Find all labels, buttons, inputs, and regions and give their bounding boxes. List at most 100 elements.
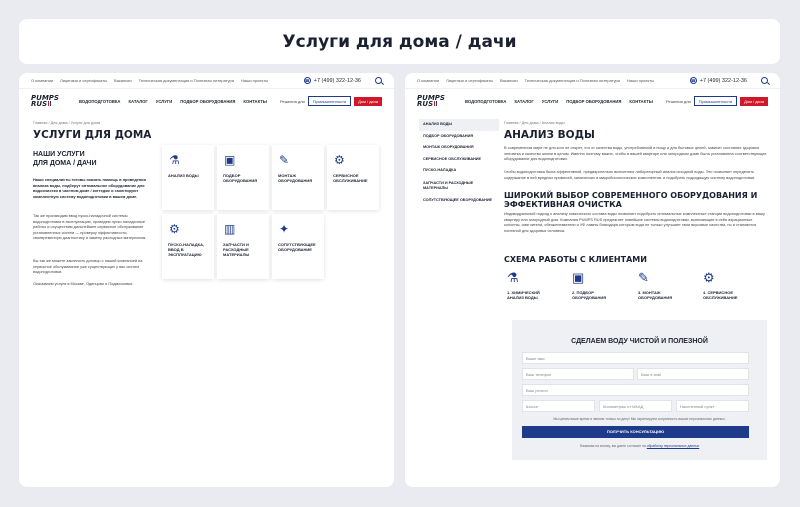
step-service: ⚙ 4. Сервисное обслуживание (703, 270, 753, 300)
step-selection: ▣ 2. Подбор оборудования (572, 270, 622, 300)
logo-bars-icon (48, 101, 52, 106)
sidebar-item-commissioning[interactable]: Пуско-наладка (419, 165, 499, 177)
distance-input[interactable]: Километраж от МКАД (599, 400, 672, 412)
top-bar: О компании Лицензии и сертификаты Ваканс… (19, 73, 394, 89)
services-subheading: Наши услуги для дома / дачи (33, 150, 153, 168)
filter-icon: ▥ (224, 222, 236, 236)
search-icon[interactable] (761, 77, 768, 84)
top-link-about[interactable]: О компании (31, 78, 53, 83)
service-card-label: Сервисное обслуживание (333, 173, 368, 183)
search-icon[interactable] (375, 77, 382, 84)
sidebar-item-analysis[interactable]: Анализ воды (419, 119, 499, 131)
region-text: Оказываем услуги в Москве, Одинцово и По… (33, 281, 134, 286)
service-card-service[interactable]: ⚙ Сервисное обслуживание (327, 145, 379, 210)
nav-item-services[interactable]: Услуги (156, 99, 172, 104)
logo[interactable]: PUMPS RUS (31, 94, 63, 108)
top-link-projects[interactable]: Наши проекты (627, 78, 654, 83)
gears-icon: ⚙ (169, 222, 180, 236)
settlement-input[interactable]: Населенный пункт (676, 400, 749, 412)
top-link-licenses[interactable]: Лицензии и сертификаты (446, 78, 493, 83)
phone-number: +7 (499) 322-12-36 (699, 77, 747, 84)
consultation-form: Сделаем воду чистой и полезной Ваше имя … (512, 320, 767, 460)
gear-icon: ⚙ (334, 153, 345, 167)
page-title: Услуги для дома / дачи (282, 31, 517, 52)
star-icon: ✦ (279, 222, 290, 236)
logo[interactable]: PUMPS RUS (417, 94, 449, 108)
region-input[interactable]: Ваш регион (522, 384, 749, 396)
nav-item-water[interactable]: Водоподготовка (79, 99, 120, 104)
phone-block[interactable]: ☎ +7 (499) 322-12-36 (303, 77, 361, 84)
service-card-analysis[interactable]: ⚗ Анализ воды (162, 145, 214, 210)
phone-icon: ☎ (689, 77, 697, 84)
service-card-related[interactable]: ✦ Сопутствующее оборудование (272, 214, 324, 279)
nav-menu: Водоподготовка Каталог Услуги Подбор обо… (79, 99, 267, 104)
top-link-vacancies[interactable]: Вакансии (500, 78, 518, 83)
phone-icon: ☎ (303, 77, 311, 84)
nav-item-contacts[interactable]: Контакты (629, 99, 652, 104)
service-card-installation[interactable]: ✎ Монтаж оборудования (272, 145, 324, 210)
services-page-panel: О компании Лицензии и сертификаты Ваканс… (19, 73, 394, 487)
service-card-label: Запчасти и расходные материалы (223, 242, 250, 257)
top-link-licenses[interactable]: Лицензии и сертификаты (60, 78, 107, 83)
highway-input[interactable]: Шоссе (522, 400, 595, 412)
subheading-line1: Наши услуги (33, 151, 85, 158)
service-card-selection[interactable]: ▣ Подбор оборудования (217, 145, 269, 210)
service-card-label: Подбор оборудования (223, 173, 258, 183)
breadcrumb[interactable]: Главная / Для дома / Анализ воды (504, 121, 565, 125)
water-analysis-page-panel: О компании Лицензии и сертификаты Ваканс… (405, 73, 780, 487)
service-card-commissioning[interactable]: ⚙ Пуско-наладка, ввод в эксплуатацию (162, 214, 214, 279)
logo-line2: RUS (31, 100, 48, 108)
top-link-docs[interactable]: Техническая документация и Полезная лите… (525, 78, 620, 83)
intro-text: Наши специалисты готовы оказать помощь в… (33, 177, 146, 199)
step-label: 4. Сервисное обслуживание (703, 290, 738, 300)
top-bar: О компании Лицензии и сертификаты Ваканс… (405, 73, 780, 89)
solutions-switch: Решения для Промышленности Дом / дача (666, 96, 768, 106)
phone-input[interactable]: Ваш телефон (522, 368, 634, 380)
logo-bars-icon (434, 101, 438, 106)
solutions-label: Решения для (280, 98, 305, 104)
sidebar-item-installation[interactable]: Монтаж оборудования (419, 142, 499, 154)
analysis-heading: Анализ воды (504, 129, 595, 141)
sidebar-item-related[interactable]: Сопутствующее оборудование (419, 195, 499, 207)
step-label: 1. Химический анализ воды (507, 290, 540, 300)
nav-item-selection[interactable]: Подбор оборудования (566, 99, 621, 104)
page-title-bar: Услуги для дома / дачи (19, 19, 780, 64)
nav-item-services[interactable]: Услуги (542, 99, 558, 104)
sidebar-item-parts[interactable]: Запчасти и расходные материалы (419, 177, 499, 195)
nav-item-catalog[interactable]: Каталог (128, 99, 147, 104)
equipment-heading: Широкий выбор современного оборудования … (504, 191, 758, 209)
breadcrumb[interactable]: Главная / Для дома / Услуги для дома (33, 121, 100, 125)
top-link-projects[interactable]: Наши проекты (241, 78, 268, 83)
sidebar-item-selection[interactable]: Подбор оборудования (419, 131, 499, 143)
description-text: Так же производим ввод пуско-наладочной … (33, 213, 147, 241)
policy-link[interactable]: обработку персональных данных (647, 444, 699, 448)
top-links: О компании Лицензии и сертификаты Ваканс… (417, 78, 654, 83)
phone-block[interactable]: ☎ +7 (499) 322-12-36 (689, 77, 747, 84)
home-button[interactable]: Дом / дача (354, 96, 382, 106)
name-input[interactable]: Ваше имя (522, 352, 749, 364)
home-button[interactable]: Дом / дача (740, 96, 768, 106)
phone-number: +7 (499) 322-12-36 (313, 77, 361, 84)
flask-icon: ⚗ (169, 153, 180, 167)
top-link-docs[interactable]: Техническая документация и Полезная лите… (139, 78, 234, 83)
policy-note: Нажимая на кнопку, вы даете согласие на … (512, 444, 767, 448)
email-input[interactable]: Ваш e-mail (637, 368, 749, 380)
top-link-vacancies[interactable]: Вакансии (114, 78, 132, 83)
sidebar-item-service[interactable]: Сервисное обслуживание (419, 154, 499, 166)
page-heading: Услуги для дома (33, 129, 152, 141)
submit-button[interactable]: Получить консультацию (522, 426, 749, 438)
step-analysis: ⚗ 1. Химический анализ воды (507, 270, 557, 300)
form-title: Сделаем воду чистой и полезной (571, 338, 708, 345)
nav-item-selection[interactable]: Подбор оборудования (180, 99, 235, 104)
logo-line2: RUS (417, 100, 434, 108)
service-card-parts[interactable]: ▥ Запчасти и расходные материалы (217, 214, 269, 279)
top-link-about[interactable]: О компании (417, 78, 439, 83)
nav-item-contacts[interactable]: Контакты (243, 99, 266, 104)
nav-menu: Водоподготовка Каталог Услуги Подбор обо… (465, 99, 653, 104)
contract-text: Вы так же можете заключить договор с наш… (33, 258, 143, 275)
analysis-para1: В современном мире не для кого не секрет… (504, 145, 767, 162)
nav-item-catalog[interactable]: Каталог (514, 99, 533, 104)
industry-button[interactable]: Промышленности (307, 96, 352, 106)
nav-item-water[interactable]: Водоподготовка (465, 99, 506, 104)
industry-button[interactable]: Промышленности (693, 96, 738, 106)
